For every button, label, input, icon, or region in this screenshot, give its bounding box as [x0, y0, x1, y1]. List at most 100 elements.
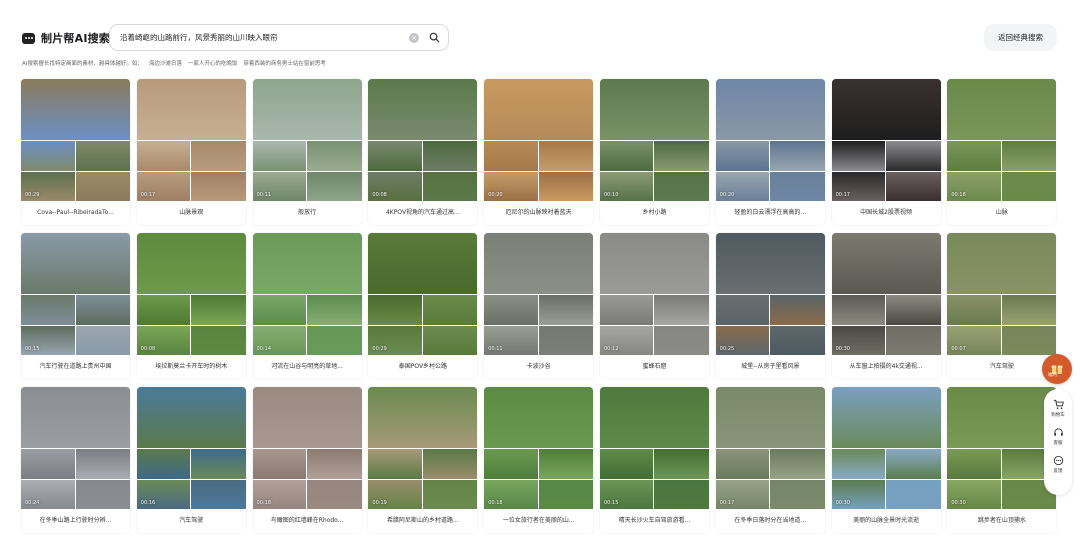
video-caption[interactable]: 埃拉斯莫兰卡开车时的树木 — [137, 355, 246, 379]
video-card[interactable]: 00:17 山脉景观 — [136, 79, 246, 225]
video-card[interactable]: 00:25 城堡--从房子里看风景 — [715, 233, 825, 379]
video-card[interactable]: 00:16 汽车驾驶 — [136, 387, 246, 533]
video-caption[interactable]: 中国长城2股票视频 — [832, 201, 941, 225]
video-caption[interactable]: 在冬季日落时分在当地道... — [716, 509, 825, 533]
gift-button[interactable] — [1042, 354, 1072, 384]
video-card[interactable]: 00:17 在冬季日落时分在当地道... — [715, 387, 825, 533]
video-card[interactable]: 00:10 乡村小路 — [599, 79, 709, 225]
video-caption[interactable]: 城堡--从房子里看风景 — [716, 355, 825, 379]
video-caption[interactable]: 在冬季山路上行驶时分辨... — [21, 509, 130, 533]
video-thumbnail[interactable]: 00:30 — [831, 387, 941, 509]
video-caption[interactable]: 汽车行驶在道路上贵州中国 — [21, 355, 130, 379]
video-caption[interactable]: Cova--Paul--RibeiradaTo... — [21, 201, 130, 225]
logo[interactable]: 制片帮AI搜索 — [22, 30, 110, 46]
video-caption[interactable]: 4KPOV视角的汽车通过高... — [368, 201, 477, 225]
video-caption[interactable]: 晴天长沙火车自驾旅游看... — [600, 509, 709, 533]
video-caption[interactable]: 希腊阿尼斯山的乡村道路... — [368, 509, 477, 533]
video-card[interactable]: 00:15 晴天长沙火车自驾旅游看... — [599, 387, 709, 533]
video-thumbnail[interactable]: 00:24 — [21, 387, 130, 509]
sidebar-item-cart[interactable]: 购物车 — [1051, 398, 1065, 418]
video-caption[interactable]: 汽车驾驶 — [947, 355, 1056, 379]
thumbnail-frame — [484, 448, 539, 479]
video-caption[interactable]: 轻盈的白云漂浮在高高的... — [716, 201, 825, 225]
video-thumbnail[interactable]: 00:19 — [368, 387, 478, 509]
video-thumbnail[interactable]: 00:08 — [368, 79, 478, 201]
video-thumbnail[interactable]: 00:20 — [484, 79, 594, 201]
video-card[interactable]: 00:20 厄尼尔的山脉映衬着蓝天 — [484, 79, 594, 225]
video-thumbnail[interactable]: 00:14 — [252, 233, 362, 355]
video-caption[interactable]: 河流在山谷与明亮的草地... — [253, 355, 362, 379]
hint-example-link[interactable]: 海边沙滩日落 — [149, 59, 182, 67]
video-caption[interactable]: 鸟瞰图的红墙峰在Rhodo... — [253, 509, 362, 533]
hint-example-link[interactable]: 一家人开心的吃晚饭 — [188, 59, 238, 67]
video-thumbnail[interactable]: 00:16 — [136, 387, 246, 509]
thumbnail-frame — [538, 448, 594, 479]
video-thumbnail[interactable]: 00:08 — [136, 233, 246, 355]
video-caption[interactable]: 蜜蜂石窟 — [600, 355, 709, 379]
video-card[interactable]: 00:19 希腊阿尼斯山的乡村道路... — [368, 387, 478, 533]
video-caption[interactable]: 山脉景观 — [137, 201, 246, 225]
thumbnail-frame — [831, 448, 887, 479]
video-card[interactable]: 00:08 4KPOV视角的汽车通过高... — [368, 79, 478, 225]
thumbnail-frame — [484, 294, 539, 325]
video-thumbnail[interactable]: 00:29 — [21, 79, 130, 201]
video-caption[interactable]: 一位女旅行者在美丽的山... — [484, 509, 593, 533]
video-caption[interactable]: 从车窗上拍摄的4k交通视... — [832, 355, 941, 379]
video-thumbnail[interactable]: 00:17 — [715, 387, 825, 509]
video-card[interactable]: 00:30 从车窗上拍摄的4k交通视... — [831, 233, 941, 379]
search-box[interactable]: × — [109, 24, 449, 51]
video-card[interactable]: 00:11 卡波沙谷 — [484, 233, 594, 379]
video-card[interactable]: 00:11 般放行 — [252, 79, 362, 225]
video-thumbnail[interactable]: 00:20 — [715, 79, 825, 201]
video-caption[interactable]: 般放行 — [253, 201, 362, 225]
clear-icon[interactable]: × — [409, 32, 419, 43]
video-card[interactable]: 00:18 鸟瞰图的红墙峰在Rhodo... — [252, 387, 362, 533]
video-thumbnail[interactable]: 00:17 — [831, 79, 941, 201]
return-classic-search-button[interactable]: 返回经典搜索 — [984, 24, 1057, 51]
video-card[interactable]: 00:17 中国长城2股票视频 — [831, 79, 941, 225]
video-card[interactable]: 00:24 在冬季山路上行驶时分辨... — [21, 387, 130, 533]
video-thumbnail[interactable]: 00:18 — [484, 387, 594, 509]
video-caption[interactable]: 汽车驾驶 — [137, 509, 246, 533]
thumbnail-frame — [422, 478, 478, 509]
search-input[interactable] — [120, 33, 409, 42]
video-caption[interactable]: 山脉 — [947, 201, 1056, 225]
video-card[interactable]: 00:30 美丽的山脉全景时光流逝 — [831, 387, 941, 533]
hint-example-link[interactable]: 穿着西装的商务男士站在窗前思考 — [243, 59, 326, 67]
video-thumbnail[interactable]: 00:29 — [368, 233, 478, 355]
video-caption[interactable]: 泰国POV乡村公路 — [368, 355, 477, 379]
video-thumbnail[interactable]: 00:11 — [484, 233, 594, 355]
video-caption[interactable]: 美丽的山脉全景时光流逝 — [832, 509, 941, 533]
video-caption[interactable]: 乡村小路 — [600, 201, 709, 225]
sidebar-item-feedback[interactable]: 反馈 — [1052, 454, 1064, 474]
video-thumbnail[interactable]: 00:07 — [947, 233, 1057, 355]
video-card[interactable]: 00:14 河流在山谷与明亮的草地... — [252, 233, 362, 379]
video-thumbnail[interactable]: 00:25 — [715, 233, 825, 355]
video-card[interactable]: 00:08 埃拉斯莫兰卡开车时的树木 — [136, 233, 246, 379]
video-caption[interactable]: 跳步者在山顶捕水 — [947, 509, 1056, 533]
video-card[interactable]: 00:18 山脉 — [947, 79, 1057, 225]
video-thumbnail[interactable]: 00:10 — [599, 79, 709, 201]
video-card[interactable]: 00:07 汽车驾驶 — [947, 233, 1057, 379]
video-thumbnail[interactable]: 00:30 — [831, 233, 941, 355]
video-card[interactable]: 00:18 一位女旅行者在美丽的山... — [484, 387, 594, 533]
video-card[interactable]: 00:20 轻盈的白云漂浮在高高的... — [715, 79, 825, 225]
video-caption[interactable]: 厄尼尔的山脉映衬着蓝天 — [484, 201, 593, 225]
sidebar-item-support[interactable]: 客服 — [1052, 426, 1064, 446]
video-thumbnail[interactable]: 00:18 — [252, 387, 362, 509]
video-thumbnail[interactable]: 00:18 — [947, 79, 1057, 201]
video-card[interactable]: 00:29 泰国POV乡村公路 — [368, 233, 478, 379]
video-caption[interactable]: 卡波沙谷 — [484, 355, 593, 379]
video-thumbnail[interactable]: 00:30 — [947, 387, 1057, 509]
video-thumbnail[interactable]: 00:17 — [136, 79, 246, 201]
video-card[interactable]: 00:15 汽车行驶在道路上贵州中国 — [21, 233, 130, 379]
video-thumbnail[interactable]: 00:11 — [252, 79, 362, 201]
video-card[interactable]: 00:29 Cova--Paul--RibeiradaTo... — [21, 79, 130, 225]
search-icon[interactable] — [428, 32, 440, 44]
video-thumbnail[interactable]: 00:15 — [21, 233, 130, 355]
video-thumbnail[interactable]: 00:15 — [599, 387, 709, 509]
video-card[interactable]: 00:30 跳步者在山顶捕水 — [947, 387, 1057, 533]
video-card[interactable]: 00:12 蜜蜂石窟 — [599, 233, 709, 379]
video-thumbnail[interactable]: 00:12 — [599, 233, 709, 355]
thumbnail-frame — [770, 478, 825, 509]
